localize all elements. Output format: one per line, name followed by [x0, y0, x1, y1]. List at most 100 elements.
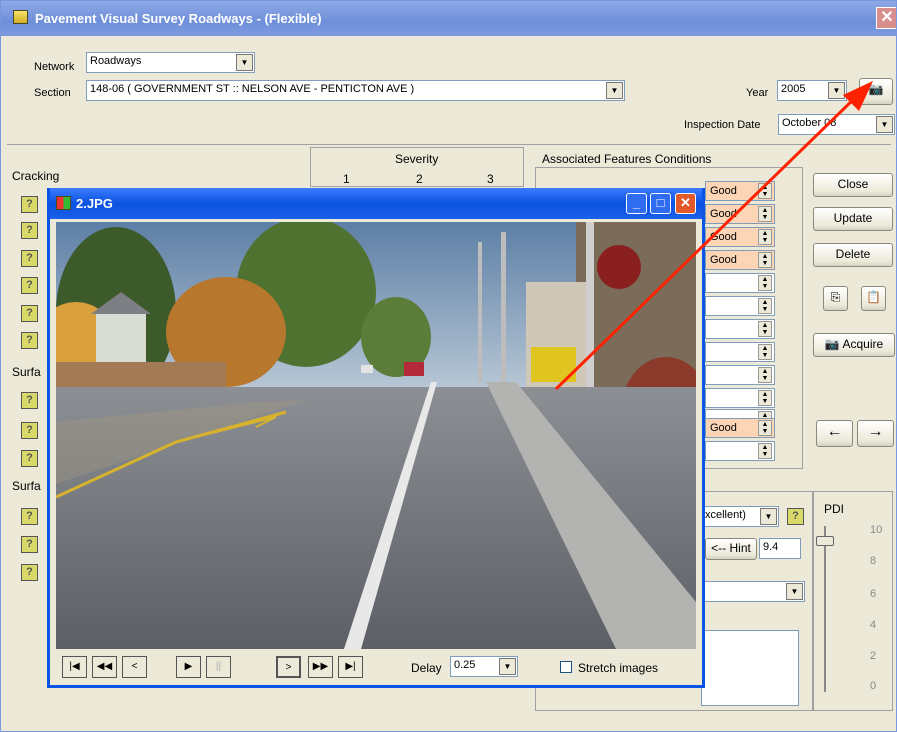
chevron-down-icon[interactable]: ▼: [606, 82, 623, 99]
feature-condition[interactable]: ▲▼: [705, 319, 775, 339]
feature-condition[interactable]: Good ▲ ▼: [705, 204, 775, 224]
delay-select[interactable]: 0.25 ▼: [450, 656, 518, 677]
delete-button[interactable]: Delete: [813, 243, 893, 267]
chevron-down-icon[interactable]: ▼: [876, 116, 893, 133]
first-image-button[interactable]: |◀: [62, 656, 87, 678]
feature-condition[interactable]: ▲▼: [705, 388, 775, 408]
spinner-icon[interactable]: ▲▼: [758, 206, 772, 222]
pdi-label: PDI: [824, 502, 845, 516]
hint-button[interactable]: ?: [21, 508, 38, 525]
copy-button[interactable]: ⎘: [823, 286, 848, 311]
chevron-down-icon[interactable]: ▼: [236, 54, 253, 71]
previous-button[interactable]: ←: [816, 420, 853, 447]
acquire-button[interactable]: 📷 Acquire: [813, 333, 895, 357]
spinner-icon[interactable]: ▲▼: [758, 321, 772, 337]
hint-button[interactable]: ?: [21, 277, 38, 294]
hint-button[interactable]: ?: [21, 422, 38, 439]
chevron-down-icon[interactable]: ▼: [760, 508, 777, 525]
feature-condition[interactable]: Good ▲ ▼: [705, 181, 775, 201]
hint-button[interactable]: ?: [21, 196, 38, 213]
spinner-icon[interactable]: ▲▼: [758, 443, 772, 459]
spinner-icon[interactable]: ▲▼: [758, 420, 772, 436]
hint-button[interactable]: ?: [21, 250, 38, 267]
stretch-images-label: Stretch images: [578, 661, 659, 675]
hint-button[interactable]: ?: [21, 332, 38, 349]
pdi-tick-4: 4: [870, 619, 877, 631]
image-viewer-window: 2.JPG _ □ ✕ |◀ ◀◀ < ▶ || > ▶▶ ▶| Delay 0…: [47, 188, 705, 688]
condition-rating-select[interactable]: xcellent) ▼: [701, 506, 779, 527]
close-button[interactable]: Close: [813, 173, 893, 197]
next-button[interactable]: →: [857, 420, 894, 447]
pdi-panel: PDI 10 8 6 4 2 0: [813, 491, 893, 711]
condition-rating-value: xcellent): [705, 509, 746, 521]
severity-3: 3: [487, 172, 494, 186]
image-icon: [56, 196, 71, 210]
rewind-button[interactable]: ◀◀: [92, 656, 117, 678]
stretch-images-checkbox[interactable]: [560, 661, 572, 673]
minimize-button[interactable]: _: [626, 193, 647, 214]
surface-label: Surfa: [12, 365, 41, 379]
delay-value: 0.25: [454, 659, 476, 671]
feature-condition[interactable]: ▲▼: [705, 441, 775, 461]
previous-image-button[interactable]: <: [122, 656, 147, 678]
last-image-button[interactable]: ▶|: [338, 656, 363, 678]
feature-condition[interactable]: Good ▲ ▼: [705, 250, 775, 270]
close-window-button[interactable]: ✕: [876, 7, 896, 29]
paste-button[interactable]: 📋: [861, 286, 886, 311]
hint-value-field[interactable]: 9.4: [759, 538, 801, 559]
spinner-icon[interactable]: ▲▼: [758, 367, 772, 383]
play-button[interactable]: ▶: [176, 656, 201, 678]
image-viewer-title: 2.JPG: [76, 196, 113, 211]
hint-button[interactable]: ?: [21, 392, 38, 409]
pdi-tick-10: 10: [870, 524, 883, 536]
next-image-button[interactable]: >: [276, 656, 301, 678]
feature-condition[interactable]: ▲▼: [705, 365, 775, 385]
network-select[interactable]: Roadways ▼: [86, 52, 255, 73]
severity-1: 1: [343, 172, 350, 186]
year-value: 2005: [781, 83, 806, 95]
hint-button[interactable]: ?: [21, 536, 38, 553]
section-value: 148-06 ( GOVERNMENT ST :: NELSON AVE - P…: [90, 83, 415, 95]
comments-textarea[interactable]: [701, 630, 799, 706]
spinner-icon[interactable]: ▲▼: [758, 298, 772, 314]
chevron-down-icon[interactable]: ▼: [499, 658, 516, 675]
inspection-date-value: October 08: [782, 117, 837, 129]
spinner-icon[interactable]: ▲▼: [758, 344, 772, 360]
close-viewer-button[interactable]: ✕: [675, 193, 696, 214]
hint-button[interactable]: ?: [787, 508, 804, 525]
maximize-button[interactable]: □: [650, 193, 671, 214]
update-button[interactable]: Update: [813, 207, 893, 231]
hint-button[interactable]: ?: [21, 222, 38, 239]
pdi-tick-0: 0: [870, 680, 877, 692]
separator: [7, 144, 891, 145]
feature-condition[interactable]: Good ▲ ▼: [705, 227, 775, 247]
spinner-icon[interactable]: ▲▼: [758, 275, 772, 291]
pause-button[interactable]: ||: [206, 656, 231, 678]
spinner-icon[interactable]: ▲▼: [758, 229, 772, 245]
associated-features-title: Associated Features Conditions: [542, 152, 712, 166]
acquire-label: Acquire: [842, 337, 884, 351]
camera-button[interactable]: 📷: [859, 78, 893, 105]
network-value: Roadways: [90, 55, 142, 67]
hint-button[interactable]: <-- Hint: [705, 538, 757, 560]
feature-condition[interactable]: ▲▼: [705, 342, 775, 362]
pdi-slider-thumb[interactable]: [816, 535, 834, 546]
feature-condition[interactable]: ▲▼: [705, 296, 775, 316]
feature-condition[interactable]: Good ▲ ▼: [705, 418, 775, 438]
inspection-date-label: Inspection Date: [684, 119, 761, 131]
inspection-date-select[interactable]: October 08 ▼: [778, 114, 895, 135]
chevron-down-icon[interactable]: ▼: [786, 583, 803, 600]
feature-condition[interactable]: ▲▼: [705, 273, 775, 293]
image-viewer-titlebar: 2.JPG _ □ ✕: [50, 188, 702, 219]
year-select[interactable]: 2005 ▼: [777, 80, 847, 101]
chevron-down-icon[interactable]: ▼: [828, 82, 845, 99]
hint-button[interactable]: ?: [21, 564, 38, 581]
spinner-icon[interactable]: ▲▼: [758, 183, 772, 199]
spinner-icon[interactable]: ▲▼: [758, 252, 772, 268]
section-select[interactable]: 148-06 ( GOVERNMENT ST :: NELSON AVE - P…: [86, 80, 625, 101]
hint-button[interactable]: ?: [21, 305, 38, 322]
spinner-icon[interactable]: ▲▼: [758, 390, 772, 406]
condition-select[interactable]: ▼: [701, 581, 805, 602]
hint-button[interactable]: ?: [21, 450, 38, 467]
fast-forward-button[interactable]: ▶▶: [308, 656, 333, 678]
